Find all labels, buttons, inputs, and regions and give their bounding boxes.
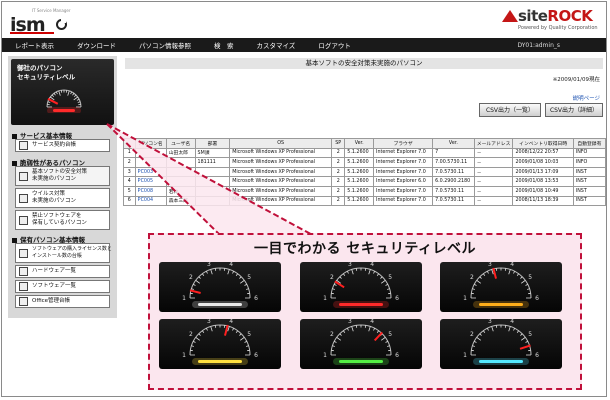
security-gauge: 1 2 3 4 5 6 <box>440 262 562 312</box>
gauge-dial-icon: 1 2 3 4 5 6 <box>182 319 258 365</box>
svg-text:5: 5 <box>388 274 392 281</box>
svg-text:5: 5 <box>528 274 532 281</box>
svg-text:6: 6 <box>254 295 258 302</box>
svg-text:2: 2 <box>330 331 334 338</box>
security-gauge: 1 2 3 4 5 6 <box>159 319 281 369</box>
gauge-dial-icon: 1 2 3 4 5 6 <box>323 262 399 308</box>
svg-text:3: 3 <box>207 262 211 268</box>
svg-text:1: 1 <box>182 295 186 302</box>
gauge-dial-icon: 1 2 3 4 5 6 <box>182 262 258 308</box>
svg-text:6: 6 <box>395 352 399 359</box>
svg-text:1: 1 <box>463 295 467 302</box>
svg-text:5: 5 <box>247 274 251 281</box>
callout-title: 一目でわかる セキュリティレベル <box>253 241 477 257</box>
svg-text:5: 5 <box>247 331 251 338</box>
svg-text:5: 5 <box>528 331 532 338</box>
svg-text:6: 6 <box>254 352 258 359</box>
svg-text:4: 4 <box>370 262 374 268</box>
svg-text:2: 2 <box>189 331 193 338</box>
security-gauge: 1 2 3 4 5 6 <box>159 262 281 312</box>
svg-text:4: 4 <box>229 319 233 325</box>
svg-text:1: 1 <box>182 352 186 359</box>
gauge-dial-icon: 1 2 3 4 5 6 <box>323 319 399 365</box>
svg-text:3: 3 <box>488 319 492 325</box>
svg-text:6: 6 <box>535 295 539 302</box>
security-gauge: 1 2 3 4 5 6 <box>300 319 422 369</box>
svg-text:3: 3 <box>207 319 211 325</box>
svg-text:6: 6 <box>395 295 399 302</box>
svg-text:1: 1 <box>323 295 327 302</box>
svg-text:2: 2 <box>330 274 334 281</box>
security-level-callout: 一目でわかる セキュリティレベル 1 2 3 4 5 6 1 2 3 4 5 6 1 2 3 4 5 6 1 2 3 4 5… <box>148 233 582 390</box>
gauge-dial-icon: 1 2 3 4 5 6 <box>463 319 539 365</box>
svg-text:4: 4 <box>510 319 514 325</box>
svg-text:4: 4 <box>229 262 233 268</box>
svg-text:2: 2 <box>470 274 474 281</box>
svg-text:5: 5 <box>388 331 392 338</box>
svg-text:2: 2 <box>189 274 193 281</box>
svg-text:1: 1 <box>463 352 467 359</box>
security-gauge: 1 2 3 4 5 6 <box>300 262 422 312</box>
svg-text:3: 3 <box>348 319 352 325</box>
svg-text:4: 4 <box>370 319 374 325</box>
svg-text:3: 3 <box>488 262 492 268</box>
svg-text:3: 3 <box>348 262 352 268</box>
svg-text:6: 6 <box>535 352 539 359</box>
svg-text:4: 4 <box>510 262 514 268</box>
security-gauge: 1 2 3 4 5 6 <box>440 319 562 369</box>
svg-text:1: 1 <box>323 352 327 359</box>
gauge-dial-icon: 1 2 3 4 5 6 <box>463 262 539 308</box>
app-window: IT Service Manager ism siteROCK Powered … <box>1 1 607 397</box>
svg-text:2: 2 <box>470 331 474 338</box>
